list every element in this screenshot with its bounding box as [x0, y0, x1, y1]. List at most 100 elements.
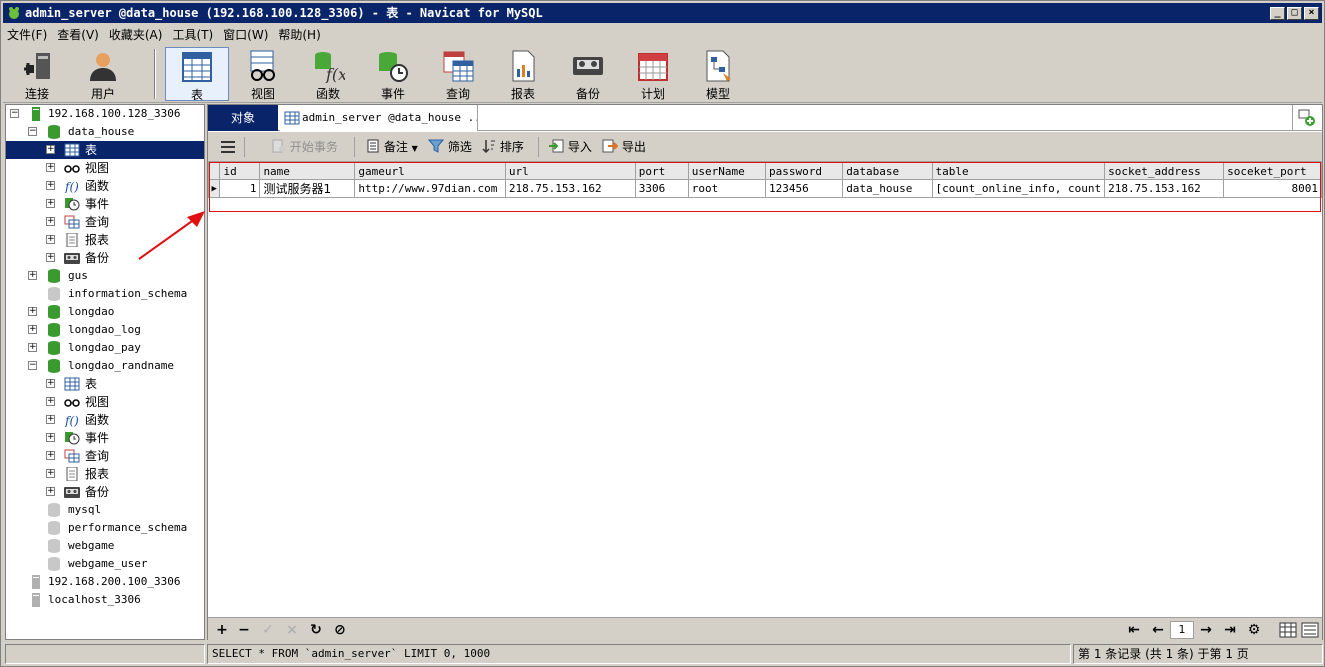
add-tab-icon[interactable] — [1298, 109, 1316, 127]
user-button[interactable]: 用户 — [71, 47, 135, 101]
backup-button[interactable]: 备份 — [556, 47, 620, 101]
model-button[interactable]: 模型 — [686, 47, 750, 101]
grid-view-icon[interactable] — [1279, 622, 1297, 638]
sort-button[interactable]: 排序 — [482, 139, 524, 155]
tree-db-label: mysql — [68, 503, 102, 516]
dropdown-arrow-icon[interactable]: ▼ — [412, 144, 418, 153]
expand-icon[interactable]: + — [46, 415, 55, 424]
last-page-button[interactable]: ⇥ — [1222, 622, 1238, 638]
query-icon — [443, 51, 474, 82]
menu-file[interactable]: 文件(F) — [7, 26, 47, 43]
export-button[interactable]: 导出 — [602, 139, 646, 155]
menu-favorites[interactable]: 收藏夹(A) — [109, 26, 163, 43]
add-record-button[interactable]: + — [214, 622, 230, 638]
report-icon — [512, 50, 535, 82]
expand-icon[interactable]: + — [46, 181, 55, 190]
table-node-icon — [64, 377, 80, 391]
form-view-icon[interactable] — [1301, 622, 1319, 638]
import-button[interactable]: 导入 — [548, 139, 592, 155]
memo-icon — [367, 139, 379, 153]
expand-icon[interactable]: + — [46, 397, 55, 406]
page-number-input[interactable]: 1 — [1170, 621, 1194, 639]
tab-objects[interactable]: 对象 — [208, 105, 278, 131]
expand-icon[interactable]: + — [46, 235, 55, 244]
expand-icon[interactable]: + — [28, 325, 37, 334]
refresh-icon[interactable]: ↻ — [308, 622, 324, 638]
expand-icon[interactable]: + — [46, 379, 55, 388]
event-button[interactable]: 事件 — [361, 47, 425, 101]
tree-node-label: 报表 — [85, 233, 110, 247]
menu-view[interactable]: 查看(V) — [57, 26, 99, 43]
tree-connection-label: localhost_3306 — [48, 593, 141, 606]
settings-gear-icon[interactable]: ⚙ — [1246, 622, 1262, 638]
memo-button[interactable]: 备注 ▼ — [366, 139, 418, 155]
report-button[interactable]: 报表 — [491, 47, 555, 101]
expand-icon[interactable]: + — [46, 469, 55, 478]
expand-icon[interactable]: + — [46, 253, 55, 262]
expand-icon[interactable]: + — [28, 343, 37, 352]
collapse-icon[interactable]: − — [28, 127, 37, 136]
expand-icon[interactable]: + — [28, 307, 37, 316]
tree-node-label: 表 — [85, 377, 98, 391]
database-closed-icon — [48, 287, 60, 301]
connection-tree: − 192.168.100.128_3306 − data_house + 表 … — [5, 104, 205, 640]
menu-tools[interactable]: 工具(T) — [172, 26, 213, 43]
table-node-icon — [64, 143, 80, 157]
server-disconnected-icon — [32, 593, 40, 607]
toolbar-separator — [354, 137, 355, 157]
event-label: 事件 — [380, 87, 405, 101]
tree-node-label: 视图 — [85, 161, 110, 175]
database-closed-icon — [48, 521, 60, 535]
expand-icon[interactable]: + — [28, 271, 37, 280]
expand-icon[interactable]: + — [46, 217, 55, 226]
expand-icon[interactable]: + — [46, 199, 55, 208]
tree-node-label: 视图 — [85, 395, 110, 409]
tree-node-label: 查询 — [85, 449, 110, 463]
expand-icon[interactable]: + — [46, 145, 55, 154]
delete-record-button[interactable]: − — [236, 622, 252, 638]
tree-db-label: longdao — [68, 305, 115, 318]
begin-transaction-button[interactable]: 开始事务 — [272, 139, 338, 155]
toolbar-separator — [244, 137, 245, 157]
menu-hamburger-icon[interactable] — [220, 141, 236, 153]
collapse-icon[interactable]: − — [10, 109, 19, 118]
tab-table-data[interactable]: admin_server @data_house ... — [280, 105, 478, 131]
schedule-label: 计划 — [640, 87, 665, 101]
expand-icon[interactable]: + — [46, 451, 55, 460]
menu-window[interactable]: 窗口(W) — [223, 26, 268, 43]
minimize-button[interactable]: _ — [1270, 7, 1285, 20]
window-title: admin_server @data_house (192.168.100.12… — [25, 6, 543, 20]
import-icon — [549, 139, 564, 153]
tree-node-label: 报表 — [85, 467, 110, 481]
next-page-button[interactable]: → — [1198, 622, 1214, 638]
view-button[interactable]: 视图 — [231, 47, 295, 101]
first-page-button[interactable]: ⇤ — [1126, 622, 1142, 638]
tree-db-label: webgame — [68, 539, 115, 552]
maximize-button[interactable]: □ — [1287, 7, 1302, 20]
schedule-button[interactable]: 计划 — [621, 47, 685, 101]
tree-node-tables-selected[interactable]: + 表 — [6, 141, 204, 159]
table-label: 表 — [190, 88, 203, 102]
function-button[interactable]: f(x) 函数 — [296, 47, 360, 101]
tree-db-label: information_schema — [68, 287, 188, 300]
close-button[interactable]: × — [1304, 7, 1319, 20]
toolbar-separator — [538, 137, 539, 157]
connect-button[interactable]: 连接 — [5, 47, 69, 101]
menu-help[interactable]: 帮助(H) — [278, 26, 320, 43]
discard-button[interactable]: × — [284, 622, 300, 638]
plug-icon — [24, 53, 50, 79]
filter-button[interactable]: 筛选 — [427, 139, 472, 155]
tree-node-label: 函数 — [85, 179, 110, 193]
new-tab-area — [1292, 105, 1322, 131]
table-tab-icon — [284, 111, 300, 125]
backup-cassette-icon — [573, 57, 603, 75]
expand-icon[interactable]: + — [46, 163, 55, 172]
query-button[interactable]: 查询 — [426, 47, 490, 101]
stop-icon[interactable]: ⊘ — [332, 622, 348, 638]
collapse-icon[interactable]: − — [28, 361, 37, 370]
expand-icon[interactable]: + — [46, 487, 55, 496]
expand-icon[interactable]: + — [46, 433, 55, 442]
apply-check-button[interactable]: ✓ — [260, 622, 276, 638]
prev-page-button[interactable]: ← — [1150, 622, 1166, 638]
table-button[interactable]: 表 — [165, 47, 229, 102]
